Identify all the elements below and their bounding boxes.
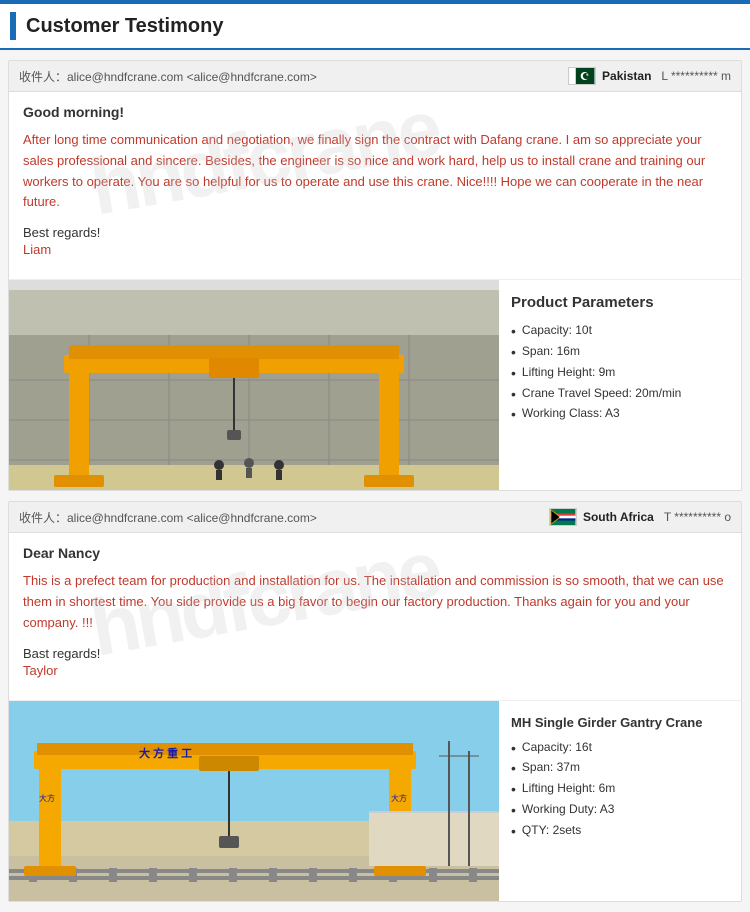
- param-list-1: Capacity: 10t Span: 16m Lifting Height: …: [511, 321, 729, 425]
- flag-country-1: Pakistan: [568, 67, 651, 85]
- header-accent-bar: [10, 12, 16, 40]
- flag-pakistan: [568, 67, 596, 85]
- email-from-2: 收件人：alice@hndfcrane.com <alice@hndfcrane…: [19, 509, 549, 526]
- param-list-2: Capacity: 16t Span: 37m Lifting Height: …: [511, 738, 729, 842]
- country-name-2: South Africa: [583, 510, 654, 524]
- svg-text:大方: 大方: [39, 793, 55, 803]
- svg-text:大方: 大方: [391, 793, 407, 803]
- testimony-card-2: 收件人：alice@hndfcrane.com <alice@hndfcrane…: [8, 501, 742, 901]
- product-params-2: MH Single Girder Gantry Crane Capacity: …: [499, 701, 741, 901]
- email-id-2: T ********** o: [664, 510, 731, 524]
- flag-country-2: South Africa: [549, 508, 654, 526]
- params-title-1: Product Parameters: [511, 294, 729, 311]
- testimony-card-1: 收件人：alice@hndfcrane.com <alice@hndfcrane…: [8, 60, 742, 491]
- crane-image-1: [9, 280, 499, 490]
- product-section-1: Product Parameters Capacity: 10t Span: 1…: [9, 279, 741, 490]
- email-bar-2: 收件人：alice@hndfcrane.com <alice@hndfcrane…: [9, 502, 741, 533]
- param-item: Span: 16m: [511, 342, 729, 363]
- testimony-text-2: This is a prefect team for production an…: [23, 571, 727, 633]
- param-item: Span: 37m: [511, 758, 729, 779]
- crane-image-2: 大 方 重 工 大方 大方: [9, 701, 499, 901]
- testimony-text-1: After long time communication and negoti…: [23, 130, 727, 213]
- param-item: Capacity: 16t: [511, 738, 729, 759]
- svg-text:大 方 重 工: 大 方 重 工: [139, 746, 192, 760]
- greeting-2: Dear Nancy: [23, 545, 727, 561]
- country-name-1: Pakistan: [602, 69, 651, 83]
- signoff-1: Best regards!: [23, 225, 727, 240]
- page-title: Customer Testimony: [26, 15, 223, 38]
- product-section-2: 大 方 重 工 大方 大方 MH Single Girder Gant: [9, 700, 741, 901]
- greeting-1: Good morning!: [23, 104, 727, 120]
- flag-southafrica: [549, 508, 577, 526]
- param-item: Crane Travel Speed: 20m/min: [511, 384, 729, 405]
- params-title-2: MH Single Girder Gantry Crane: [511, 715, 729, 730]
- param-item: Capacity: 10t: [511, 321, 729, 342]
- message-body-1: hndfcrane Good morning! After long time …: [9, 92, 741, 279]
- email-bar-1: 收件人：alice@hndfcrane.com <alice@hndfcrane…: [9, 61, 741, 92]
- signer-1: Liam: [23, 242, 727, 257]
- product-params-1: Product Parameters Capacity: 10t Span: 1…: [499, 280, 741, 490]
- signoff-2: Bast regards!: [23, 646, 727, 661]
- email-from-1: 收件人：alice@hndfcrane.com <alice@hndfcrane…: [19, 68, 568, 85]
- page-header: Customer Testimony: [0, 0, 750, 50]
- param-item: Working Class: A3: [511, 404, 729, 425]
- message-body-2: hndfcrane Dear Nancy This is a prefect t…: [9, 533, 741, 699]
- signer-2: Taylor: [23, 663, 727, 678]
- param-item: Lifting Height: 9m: [511, 363, 729, 384]
- email-id-1: L ********** m: [661, 69, 731, 83]
- param-item: Lifting Height: 6m: [511, 779, 729, 800]
- param-item: QTY: 2sets: [511, 821, 729, 842]
- param-item: Working Duty: A3: [511, 800, 729, 821]
